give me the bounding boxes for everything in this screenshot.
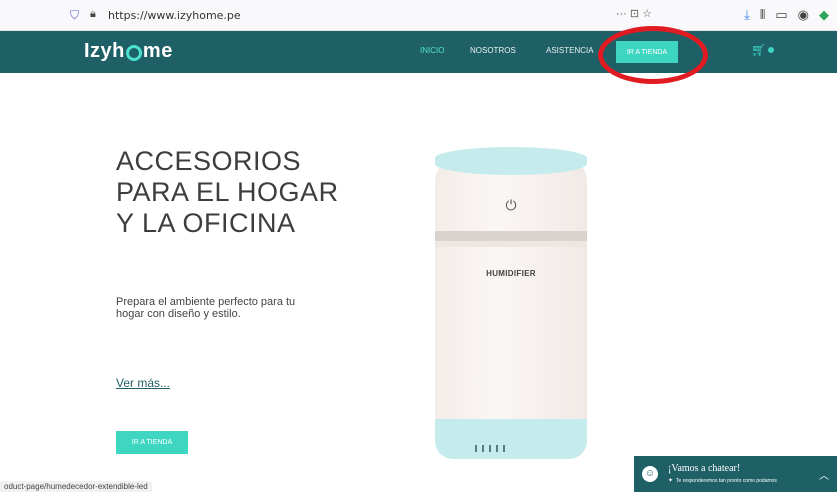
chat-subtitle: Te responderemos tan pronto como podamos: [676, 478, 777, 484]
page-actions[interactable]: ··· ⊡ ☆: [616, 7, 652, 20]
house-o-icon: [125, 44, 142, 61]
logo[interactable]: Izyh me: [84, 40, 173, 63]
cart-badge: [768, 47, 775, 53]
account-icon[interactable]: ◉: [798, 7, 809, 23]
ver-mas-link[interactable]: Ver más...: [116, 376, 170, 390]
chat-avatar-icon: ☺: [642, 466, 658, 482]
hero-title-line3: Y LA OFICINA: [116, 208, 296, 238]
extension-icon[interactable]: ◆: [819, 7, 829, 23]
humidifier-band-light: [435, 241, 587, 247]
chat-subtitle-row: ✦ Te responderemos tan pronto como podamo…: [668, 477, 777, 484]
chat-widget[interactable]: ☺ ¡Vamos a chatear! ✦ Te responderemos ta…: [634, 456, 837, 492]
ir-a-tienda-header-button[interactable]: IR A TIENDA: [616, 41, 678, 63]
cart-icon: 🛒︎: [751, 43, 767, 57]
browser-toolbar-right: ⤓ ⫴ ▭ ◉ ◆: [744, 7, 829, 23]
logo-text-prefix: Izyh: [84, 40, 125, 62]
ir-a-tienda-hero-button[interactable]: IR A TIENDA: [116, 431, 188, 454]
lock-icon[interactable]: 🔒︎: [90, 8, 96, 21]
nav-asistencia[interactable]: ASISTENCIA: [546, 46, 594, 55]
cart-button[interactable]: 🛒︎: [751, 43, 775, 57]
humidifier-top: [435, 147, 587, 175]
nav-inicio[interactable]: INICIO: [420, 46, 444, 55]
hero-title-line2: PARA EL HOGAR: [116, 177, 339, 207]
humidifier-vents: [475, 445, 505, 452]
humidifier-base: [435, 419, 587, 459]
url-text[interactable]: https://www.izyhome.pe: [108, 9, 241, 22]
chevron-up-icon[interactable]: ︿: [819, 467, 829, 482]
hero-description: Prepara el ambiente perfecto para tu hog…: [116, 296, 296, 320]
humidifier-label: HUMIDIFIER: [486, 269, 536, 278]
hero-title-line1: ACCESORIOS: [116, 146, 302, 176]
logo-text-suffix: me: [142, 40, 173, 62]
download-icon[interactable]: ⤓: [744, 7, 750, 23]
address-bar[interactable]: ⛉ 🔒︎ https://www.izyhome.pe ··· ⊡ ☆: [56, 7, 652, 24]
site-header: Izyh me INICIO NOSOTROS ASISTENCIA: [0, 31, 837, 73]
status-bar-link: oduct-page/humedecedor-extendible-led: [0, 481, 152, 492]
chat-title: ¡Vamos a chatear!: [668, 463, 741, 474]
humidifier-product-image: ⏻ HUMIDIFIER: [427, 147, 597, 467]
browser-toolbar: ⛉ 🔒︎ https://www.izyhome.pe ··· ⊡ ☆ ⤓ ⫴ …: [0, 0, 837, 31]
shield-icon[interactable]: ⛉: [70, 8, 79, 23]
page-actions-glyphs[interactable]: ··· ⊡ ☆: [616, 7, 652, 20]
nav-nosotros[interactable]: NOSOTROS: [470, 46, 516, 55]
sidebar-icon[interactable]: ▭: [775, 7, 787, 23]
sparkle-icon: ✦: [668, 478, 674, 484]
library-icon[interactable]: ⫴: [760, 7, 765, 23]
hero-title: ACCESORIOS PARA EL HOGAR Y LA OFICINA: [116, 146, 339, 239]
power-icon: ⏻: [505, 197, 517, 213]
